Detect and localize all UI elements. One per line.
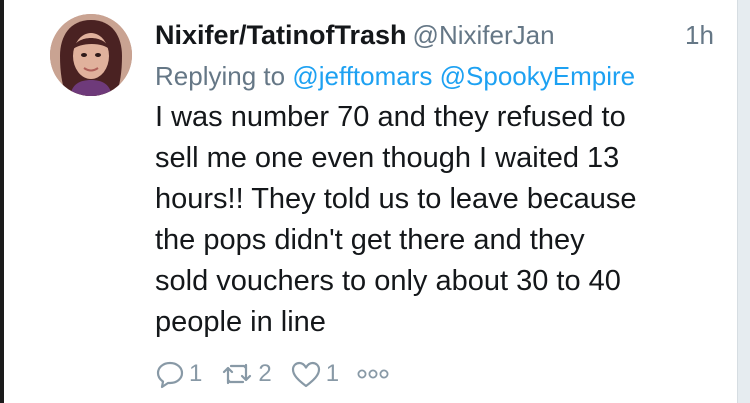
like-count: 1 [325, 360, 340, 387]
tweet-text-line: I was number 70 and they refused to [155, 101, 626, 133]
avatar-image [50, 14, 132, 96]
tweet-text-line: sold vouchers to only about 30 to 40 [155, 265, 621, 297]
tweet[interactable]: Nixifer/TatinofTrash @NixiferJan 1h Reply… [14, 0, 734, 403]
tweet-text-line: the pops didn't get there and they [155, 224, 585, 256]
tweet-text-line: hours!! They told us to leave because [155, 183, 637, 215]
like-icon [290, 359, 322, 389]
timestamp[interactable]: 1h [685, 18, 714, 52]
more-button[interactable] [357, 367, 389, 381]
replying-to-label: Replying to [155, 61, 286, 91]
left-edge-border [0, 0, 4, 403]
mention-link[interactable]: @SpookyEmpire [440, 61, 635, 91]
display-name[interactable]: Nixifer/TatinofTrash [155, 20, 407, 50]
tweet-actions: 1 2 1 [155, 356, 407, 392]
tweet-text-line: people in line [155, 306, 326, 338]
tweet-text: I was number 70 and they refused to sell… [155, 97, 715, 343]
retweet-button[interactable]: 2 [220, 359, 272, 389]
retweet-count: 2 [258, 360, 272, 387]
reply-icon [155, 359, 185, 389]
user-handle[interactable]: @NixiferJan [413, 20, 555, 50]
reply-button[interactable]: 1 [155, 359, 202, 389]
avatar[interactable] [50, 14, 132, 96]
more-icon [357, 367, 389, 381]
tweet-text-line: sell me one even though I waited 13 [155, 142, 620, 174]
reply-count: 1 [189, 360, 203, 387]
tweet-header: Nixifer/TatinofTrash @NixiferJan [155, 18, 555, 57]
mention-link[interactable]: @jefftomars [292, 61, 432, 91]
like-button[interactable]: 1 [290, 359, 339, 389]
right-scrollbar-track[interactable] [738, 0, 750, 403]
retweet-icon [220, 359, 254, 389]
replying-to: Replying to @jefftomars @SpookyEmpire [155, 59, 635, 93]
